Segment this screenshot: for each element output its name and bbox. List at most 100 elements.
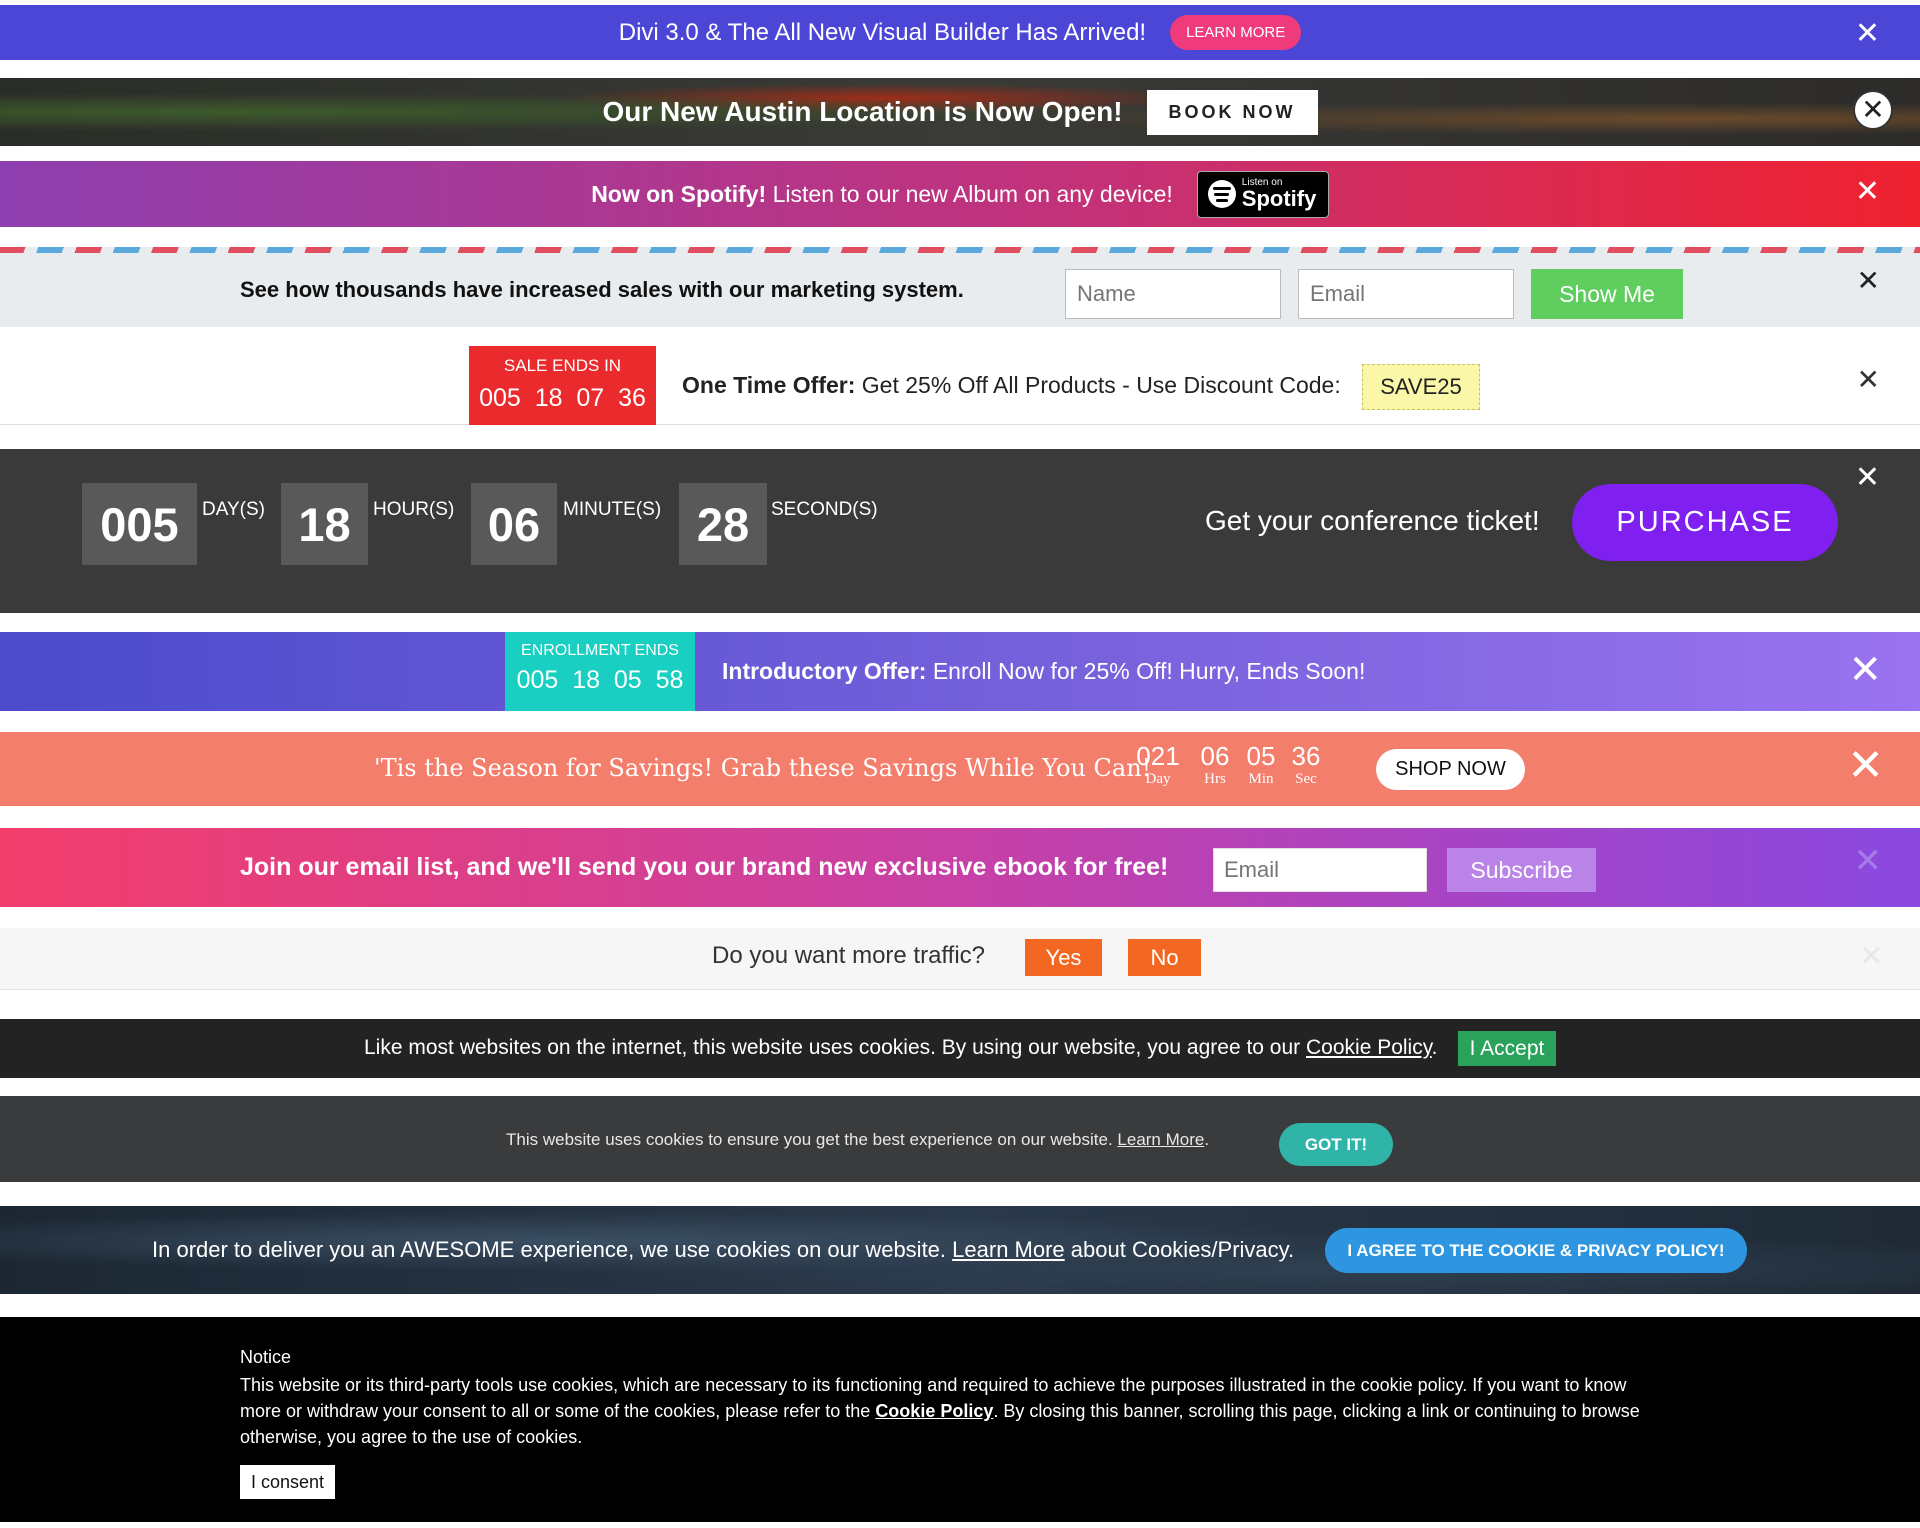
season-countdown-day-value: 021 — [1136, 741, 1180, 771]
season-countdown-min-value: 05 — [1246, 741, 1276, 771]
marketing-optin-bar: See how thousands have increased sales w… — [0, 247, 1920, 327]
yes-button[interactable]: Yes — [1025, 939, 1102, 976]
offer-bar-message-text: Get 25% Off All Products - Use Discount … — [855, 372, 1341, 398]
season-countdown-day-unit: Day — [1145, 770, 1171, 787]
enrollment-timer-label: ENROLLMENT ENDS — [521, 642, 679, 659]
season-countdown-hrs-value: 06 — [1200, 741, 1230, 771]
cookie-bar-2-message: This website uses cookies to ensure you … — [506, 1130, 1209, 1150]
season-countdown-min-unit: Min — [1248, 770, 1274, 787]
conference-countdown-bar: 005 DAY(S) 18 HOUR(S) 06 MINUTE(S) 28 SE… — [0, 449, 1920, 613]
spotify-badge-button[interactable]: Listen on Spotify — [1196, 170, 1329, 218]
close-icon[interactable]: ✕ — [1855, 463, 1880, 493]
divi-announcement-bar: Divi 3.0 & The All New Visual Builder Ha… — [0, 5, 1920, 60]
countdown-days-label: DAY(S) — [202, 499, 265, 520]
cookie-policy-link[interactable]: Cookie Policy — [1306, 1036, 1432, 1059]
spotify-bar: Now on Spotify! Listen to our new Album … — [0, 161, 1920, 227]
enroll-bar-message-text: Enroll Now for 25% Off! Hurry, Ends Soon… — [926, 658, 1366, 684]
subscribe-button[interactable]: Subscribe — [1447, 848, 1596, 892]
season-savings-bar: 'Tis the Season for Savings! Grab these … — [0, 732, 1920, 806]
season-countdown-hrs-unit: Hrs — [1204, 770, 1226, 787]
cookie-bar-1-text: Like most websites on the internet, this… — [364, 1036, 1306, 1059]
enrollment-timer-value: 005 18 05 58 — [516, 666, 684, 694]
spotify-bar-message-text: Listen to our new Album on any device! — [766, 180, 1173, 207]
cookie-notice-banner: Notice This website or its third-party t… — [0, 1317, 1920, 1522]
i-consent-button[interactable]: I consent — [240, 1465, 335, 1499]
cookie-bar-2-text: This website uses cookies to ensure you … — [506, 1130, 1118, 1149]
enroll-bar-message: Introductory Offer: Enroll Now for 25% O… — [722, 658, 1365, 685]
season-countdown-sec: 36 Sec — [1290, 742, 1322, 788]
countdown-seconds-value: 28 — [679, 483, 767, 565]
one-time-offer-bar: SALE ENDS IN 005 18 07 36 One Time Offer… — [0, 330, 1920, 425]
enrollment-countdown-timer: ENROLLMENT ENDS 005 18 05 58 — [505, 632, 695, 711]
shop-now-button[interactable]: SHOP NOW — [1376, 749, 1525, 790]
countdown-days: 005 — [82, 483, 197, 565]
countdown-hours: 18 — [281, 483, 368, 565]
notice-title: Notice — [240, 1347, 292, 1367]
discount-code[interactable]: SAVE25 — [1362, 364, 1480, 410]
email-field[interactable] — [1298, 269, 1514, 319]
airmail-stripe — [0, 247, 1920, 253]
close-icon[interactable]: ✕ — [1857, 366, 1880, 394]
season-countdown-day: 021 Day — [1135, 742, 1181, 788]
spotify-bar-content: Now on Spotify! Listen to our new Album … — [0, 161, 1920, 227]
traffic-question-bar: Do you want more traffic? Yes No ✕ — [0, 928, 1920, 990]
notice-body: This website or its third-party tools us… — [240, 1372, 1670, 1450]
book-now-button[interactable]: BOOK NOW — [1146, 89, 1318, 135]
purchase-button[interactable]: PURCHASE — [1572, 484, 1838, 561]
cookie-bar-3-message: In order to deliver you an AWESOME exper… — [152, 1237, 1294, 1263]
countdown-minutes-label: MINUTE(S) — [563, 499, 662, 520]
cookie-policy-link[interactable]: Cookie Policy — [875, 1401, 993, 1421]
agree-cookie-privacy-button[interactable]: I AGREE TO THE COOKIE & PRIVACY POLICY! — [1325, 1228, 1747, 1273]
close-icon[interactable]: ✕ — [1855, 177, 1880, 207]
learn-more-link[interactable]: Learn More — [1117, 1130, 1204, 1149]
countdown-seconds: 28 — [679, 483, 767, 565]
got-it-button[interactable]: GOT IT! — [1279, 1123, 1393, 1166]
cookie-bar-1-message: Like most websites on the internet, this… — [364, 1036, 1438, 1060]
i-accept-button[interactable]: I Accept — [1458, 1031, 1556, 1066]
close-icon[interactable]: ✕ — [1857, 267, 1880, 295]
learn-more-button[interactable]: LEARN MORE — [1170, 15, 1302, 50]
traffic-bar-message: Do you want more traffic? — [712, 942, 986, 969]
email-bar-message: Join our email list, and we'll send you … — [240, 853, 1169, 881]
close-icon[interactable]: ✕ — [1848, 650, 1882, 690]
offer-bar-message-bold: One Time Offer: — [682, 372, 856, 398]
close-icon[interactable]: ✕ — [1847, 744, 1884, 788]
spotify-bar-message: Now on Spotify! Listen to our new Album … — [591, 181, 1173, 208]
sale-timer-value: 005 18 07 36 — [479, 384, 646, 412]
close-circle-icon[interactable]: ✕ — [1853, 90, 1893, 130]
cookie-consent-bar-image: In order to deliver you an AWESOME exper… — [0, 1206, 1920, 1294]
sale-timer-label: SALE ENDS IN — [503, 356, 622, 375]
countdown-seconds-label: SECOND(S) — [771, 499, 878, 520]
no-button[interactable]: No — [1128, 939, 1201, 976]
enrollment-offer-bar: ENROLLMENT ENDS 005 18 05 58 Introductor… — [0, 632, 1920, 711]
season-countdown-min: 05 Min — [1245, 742, 1277, 788]
offer-bar-message: One Time Offer: Get 25% Off All Products… — [682, 372, 1341, 399]
marketing-bar-message: See how thousands have increased sales w… — [240, 277, 964, 302]
learn-more-link[interactable]: Learn More — [952, 1237, 1065, 1262]
spotify-logo-icon — [1207, 180, 1236, 208]
enroll-bar-message-bold: Introductory Offer: — [722, 658, 927, 684]
sale-countdown-timer: SALE ENDS IN 005 18 07 36 — [469, 346, 656, 425]
cookie-bar-1-suffix: . — [1431, 1036, 1438, 1059]
email-field[interactable] — [1213, 848, 1427, 892]
name-field[interactable] — [1065, 269, 1281, 319]
countdown-minutes-value: 06 — [471, 483, 557, 565]
close-icon[interactable]: ✕ — [1859, 942, 1884, 972]
cookie-consent-bar-gray: This website uses cookies to ensure you … — [0, 1096, 1920, 1182]
show-me-button[interactable]: Show Me — [1531, 269, 1683, 319]
season-bar-message: 'Tis the Season for Savings! Grab these … — [374, 754, 1152, 782]
spotify-badge-big-text: Spotify — [1241, 186, 1317, 211]
cookie-bar-3-text: In order to deliver you an AWESOME exper… — [152, 1237, 953, 1262]
countdown-days-value: 005 — [82, 483, 197, 565]
countdown-hours-value: 18 — [281, 483, 368, 565]
cookie-bar-3-suffix: about Cookies/Privacy. — [1064, 1237, 1295, 1262]
cookie-consent-bar-dark: Like most websites on the internet, this… — [0, 1019, 1920, 1078]
divi-bar-content: Divi 3.0 & The All New Visual Builder Ha… — [0, 5, 1920, 60]
season-countdown-hrs: 06 Hrs — [1199, 742, 1231, 788]
conference-bar-message: Get your conference ticket! — [1205, 505, 1540, 536]
divi-bar-message: Divi 3.0 & The All New Visual Builder Ha… — [618, 18, 1147, 46]
spotify-bar-message-bold: Now on Spotify! — [591, 180, 767, 207]
close-icon[interactable]: ✕ — [1855, 19, 1880, 49]
season-countdown-sec-unit: Sec — [1295, 770, 1317, 787]
close-icon[interactable]: ✕ — [1854, 844, 1883, 878]
